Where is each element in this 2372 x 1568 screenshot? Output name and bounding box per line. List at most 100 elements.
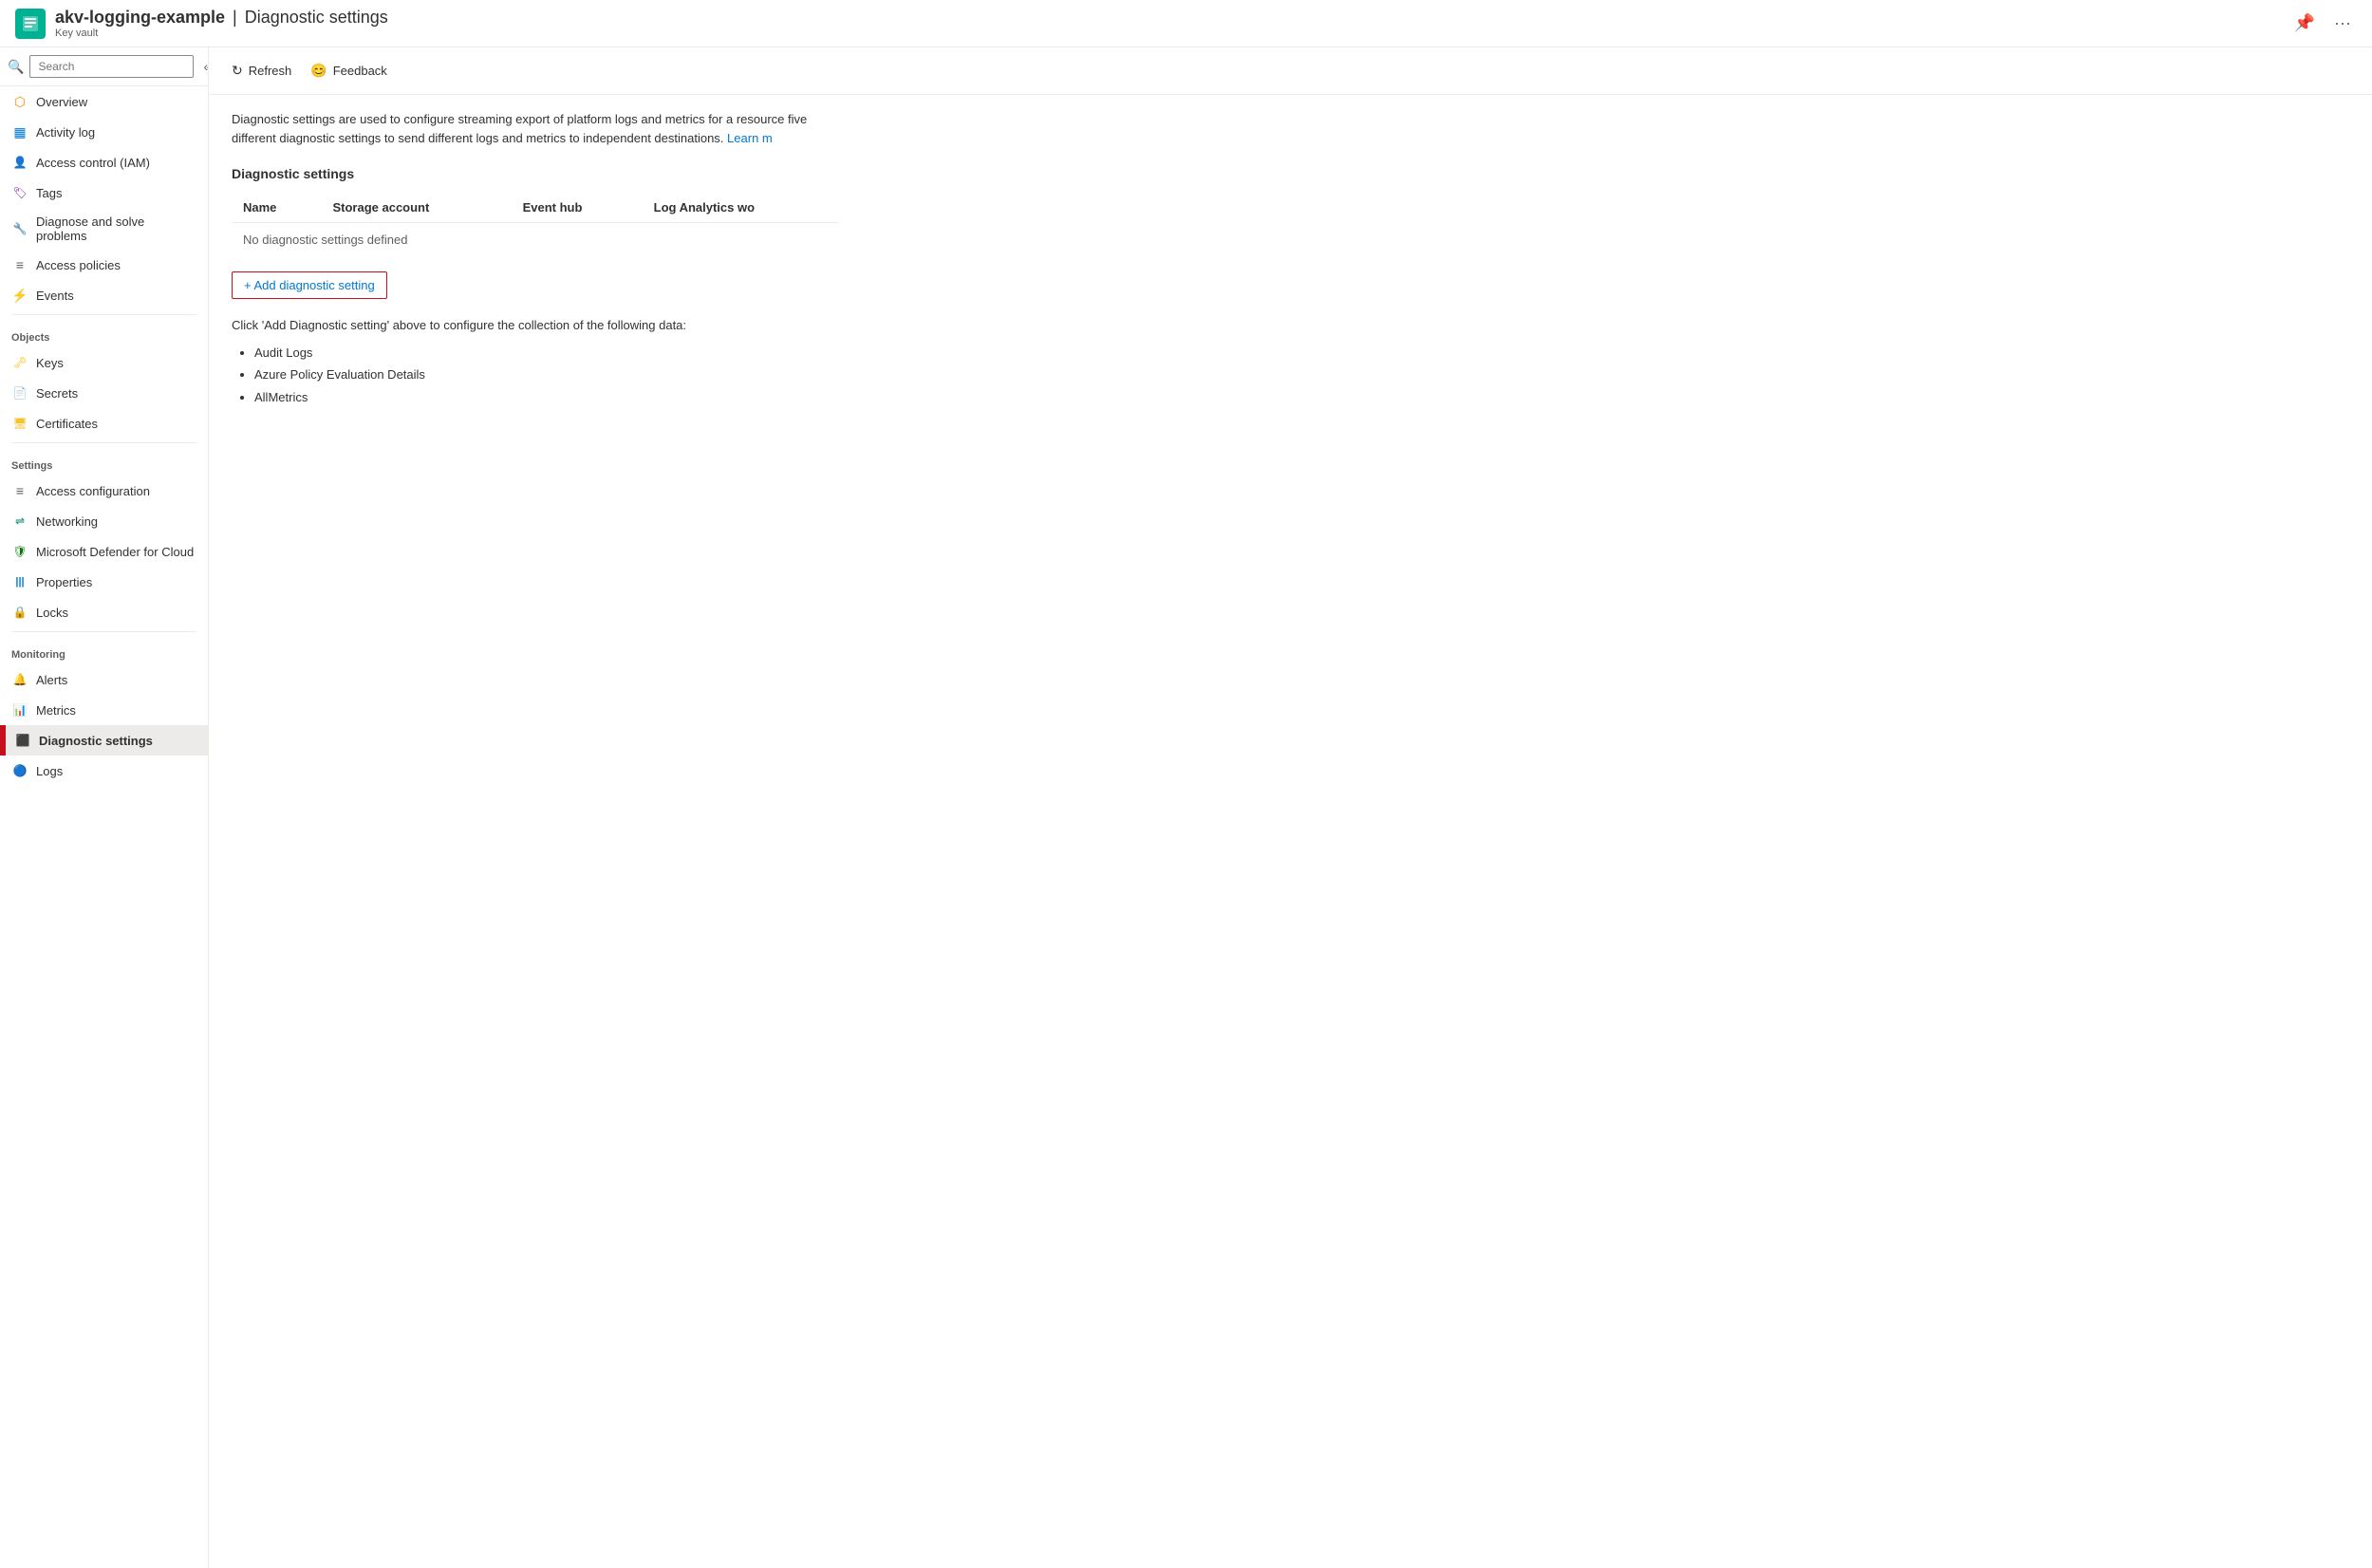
diagnostic-settings-icon: ⬛	[14, 732, 31, 749]
add-diagnostic-setting-button[interactable]: + Add diagnostic setting	[232, 271, 387, 299]
diagnostic-settings-table: Name Storage account Event hub Log Analy…	[232, 193, 839, 256]
sidebar-item-iam[interactable]: 👤 Access control (IAM)	[0, 147, 208, 177]
sidebar-label-locks: Locks	[36, 606, 68, 620]
collapse-button[interactable]: «	[199, 57, 209, 76]
settings-divider	[11, 442, 196, 443]
sidebar-label-secrets: Secrets	[36, 386, 78, 401]
sidebar-item-access-policies[interactable]: ≡ Access policies	[0, 250, 208, 280]
sidebar-item-diagnose[interactable]: 🔧 Diagnose and solve problems	[0, 208, 208, 250]
sidebar-item-activity-log[interactable]: ▦ Activity log	[0, 117, 208, 147]
header-actions: 📌 ···	[2288, 9, 2357, 37]
pin-button[interactable]: 📌	[2288, 9, 2321, 37]
sidebar-label-networking: Networking	[36, 514, 98, 529]
sidebar-item-locks[interactable]: 🔒 Locks	[0, 597, 208, 627]
networking-icon: ⇌	[11, 513, 28, 530]
refresh-button[interactable]: ↻ Refresh	[224, 57, 299, 84]
section-objects: Objects	[0, 319, 208, 347]
sidebar-item-secrets[interactable]: 📄 Secrets	[0, 378, 208, 408]
sidebar-item-alerts[interactable]: 🔔 Alerts	[0, 664, 208, 695]
sidebar-label-alerts: Alerts	[36, 673, 67, 687]
overview-icon: ⬡	[11, 93, 28, 110]
secrets-icon: 📄	[11, 384, 28, 401]
sidebar-item-metrics[interactable]: 📊 Metrics	[0, 695, 208, 725]
sidebar-item-keys[interactable]: 🗝 Keys	[0, 347, 208, 378]
sidebar-label-diagnose: Diagnose and solve problems	[36, 215, 196, 243]
title-separator: |	[233, 8, 237, 28]
logs-icon: 🔵	[11, 762, 28, 779]
sidebar-item-defender[interactable]: 🛡 Microsoft Defender for Cloud	[0, 536, 208, 567]
locks-icon: 🔒	[11, 604, 28, 621]
sidebar-label-tags: Tags	[36, 186, 62, 200]
page-title: Diagnostic settings	[245, 8, 388, 28]
certificates-icon: 🖥	[11, 415, 28, 432]
resource-type: Key vault	[55, 28, 2288, 39]
header-title-block: akv-logging-example | Diagnostic setting…	[55, 8, 2288, 39]
list-item: AllMetrics	[254, 386, 2349, 408]
sidebar-item-overview[interactable]: ⬡ Overview	[0, 86, 208, 117]
add-button-label: + Add diagnostic setting	[244, 278, 375, 292]
defender-icon: 🛡	[11, 543, 28, 560]
section-monitoring: Monitoring	[0, 636, 208, 664]
page-heading: akv-logging-example | Diagnostic setting…	[55, 8, 2288, 28]
feedback-button[interactable]: 😊 Feedback	[303, 57, 395, 84]
table-row: No diagnostic settings defined	[232, 223, 839, 257]
data-items-list: Audit Logs Azure Policy Evaluation Detai…	[232, 342, 2349, 408]
sidebar-label-diagnostic-settings: Diagnostic settings	[39, 734, 153, 748]
sidebar-label-overview: Overview	[36, 95, 87, 109]
access-policies-icon: ≡	[11, 256, 28, 273]
events-icon: ⚡	[11, 287, 28, 304]
sidebar-label-certificates: Certificates	[36, 417, 98, 431]
sidebar-label-events: Events	[36, 289, 74, 303]
sidebar-label-keys: Keys	[36, 356, 64, 370]
more-button[interactable]: ···	[2328, 9, 2357, 37]
col-name: Name	[232, 193, 321, 223]
col-loganalytics: Log Analytics wo	[643, 193, 839, 223]
content-area: ↻ Refresh 😊 Feedback Diagnostic settings…	[209, 47, 2372, 1568]
sidebar-item-logs[interactable]: 🔵 Logs	[0, 756, 208, 786]
monitoring-divider	[11, 631, 196, 632]
resource-name: akv-logging-example	[55, 8, 225, 28]
sidebar-search-container: 🔍 «	[0, 47, 208, 86]
sidebar-label-access-policies: Access policies	[36, 258, 121, 272]
sidebar-label-access-config: Access configuration	[36, 484, 150, 498]
metrics-icon: 📊	[11, 701, 28, 719]
alerts-icon: 🔔	[11, 671, 28, 688]
collection-instruction: Click 'Add Diagnostic setting' above to …	[232, 318, 2349, 332]
sidebar-label-defender: Microsoft Defender for Cloud	[36, 545, 194, 559]
content-toolbar: ↻ Refresh 😊 Feedback	[209, 47, 2372, 95]
list-item: Azure Policy Evaluation Details	[254, 364, 2349, 385]
section-settings: Settings	[0, 447, 208, 476]
keys-icon: 🗝	[11, 354, 28, 371]
content-body: Diagnostic settings are used to configur…	[209, 95, 2372, 423]
activity-log-icon: ▦	[11, 123, 28, 140]
sidebar-label-iam: Access control (IAM)	[36, 156, 150, 170]
sidebar-item-diagnostic-settings[interactable]: ⬛ Diagnostic settings	[0, 725, 208, 756]
sidebar-item-tags[interactable]: 🏷 Tags	[0, 177, 208, 208]
diagnose-icon: 🔧	[11, 220, 28, 237]
sidebar-item-access-config[interactable]: ≡ Access configuration	[0, 476, 208, 506]
empty-message: No diagnostic settings defined	[232, 223, 839, 257]
col-eventhub: Event hub	[512, 193, 643, 223]
search-input[interactable]	[29, 55, 194, 78]
list-item: Audit Logs	[254, 342, 2349, 364]
description-content: Diagnostic settings are used to configur…	[232, 112, 807, 145]
sidebar-label-logs: Logs	[36, 764, 63, 778]
learn-more-link[interactable]: Learn m	[727, 131, 773, 145]
iam-icon: 👤	[11, 154, 28, 171]
description-text: Diagnostic settings are used to configur…	[232, 110, 839, 147]
refresh-label: Refresh	[249, 64, 292, 78]
sidebar-item-certificates[interactable]: 🖥 Certificates	[0, 408, 208, 439]
main-layout: 🔍 « ⬡ Overview ▦ Activity log 👤 Access c…	[0, 47, 2372, 1568]
refresh-icon: ↻	[232, 63, 243, 79]
sidebar-label-activity-log: Activity log	[36, 125, 95, 140]
sidebar-item-networking[interactable]: ⇌ Networking	[0, 506, 208, 536]
feedback-label: Feedback	[333, 64, 387, 78]
sidebar-item-properties[interactable]: ||| Properties	[0, 567, 208, 597]
sidebar: 🔍 « ⬡ Overview ▦ Activity log 👤 Access c…	[0, 47, 209, 1568]
app-icon	[15, 9, 46, 39]
feedback-icon: 😊	[310, 63, 327, 79]
tags-icon: 🏷	[11, 184, 28, 201]
access-config-icon: ≡	[11, 482, 28, 499]
col-storage: Storage account	[321, 193, 511, 223]
sidebar-item-events[interactable]: ⚡ Events	[0, 280, 208, 310]
